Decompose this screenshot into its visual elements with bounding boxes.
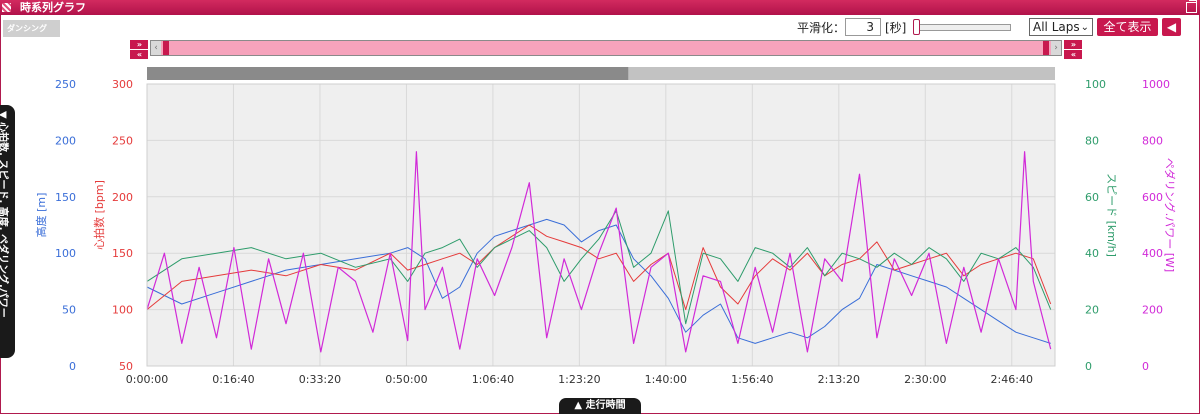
speed-tick-label: 60 [1085, 191, 1099, 204]
series-selector-tab[interactable]: ▼ 心拍数, スピード, 高度, ペダリング.パワー [0, 105, 15, 358]
altitude-tick-label: 250 [55, 78, 76, 91]
altitude-tick-label: 150 [55, 191, 76, 204]
heart_rate-tick-label: 150 [112, 247, 133, 260]
speed-tick-label: 80 [1085, 134, 1099, 147]
x-tick-label: 0:50:00 [385, 373, 427, 386]
altitude-tick-label: 0 [69, 360, 76, 373]
x-tick-label: 0:00:00 [126, 373, 168, 386]
heart_rate-tick-label: 50 [119, 360, 133, 373]
x-tick-label: 1:06:40 [472, 373, 514, 386]
power-tick-label: 0 [1142, 360, 1149, 373]
overview-fill[interactable] [147, 67, 629, 80]
x-tick-label: 2:13:20 [818, 373, 860, 386]
plot-area [147, 84, 1055, 366]
series-selector-label: ▼ 心拍数, スピード, 高度, ペダリング.パワー [0, 111, 8, 318]
heart_rate-tick-label: 250 [112, 134, 133, 147]
power-tick-label: 1000 [1142, 78, 1170, 91]
heart_rate-tick-label: 100 [112, 304, 133, 317]
x-tick-label: 2:30:00 [904, 373, 946, 386]
altitude-tick-label: 100 [55, 247, 76, 260]
x-tick-label: 2:46:40 [991, 373, 1033, 386]
power-tick-label: 800 [1142, 134, 1163, 147]
x-tick-label: 1:40:00 [645, 373, 687, 386]
x-tick-label: 1:56:40 [731, 373, 773, 386]
x-axis-selector-tab[interactable]: ▲ 走行時間 [559, 398, 641, 414]
x-tick-label: 1:23:20 [558, 373, 600, 386]
speed-tick-label: 100 [1085, 78, 1106, 91]
heart_rate-axis-label: 心拍数 [bpm] [92, 180, 106, 250]
power-tick-label: 600 [1142, 191, 1163, 204]
power-axis-label: ペダリング.パワー [W] [1163, 158, 1177, 272]
time-series-chart[interactable]: 0:00:00 0:16:40 0:33:20 0:50:00 1:06:40 1:23:… [0, 0, 1200, 414]
speed-tick-label: 40 [1085, 247, 1099, 260]
altitude-tick-label: 200 [55, 134, 76, 147]
x-tick-label: 0:16:40 [212, 373, 254, 386]
power-tick-label: 200 [1142, 304, 1163, 317]
altitude-axis-label: 高度 [m] [34, 193, 48, 238]
altitude-tick-label: 50 [62, 304, 76, 317]
heart_rate-tick-label: 200 [112, 191, 133, 204]
power-tick-label: 400 [1142, 247, 1163, 260]
speed-tick-label: 20 [1085, 304, 1099, 317]
speed-axis-label: スピード [km/h] [1105, 173, 1118, 257]
heart_rate-tick-label: 300 [112, 78, 133, 91]
x-tick-label: 0:33:20 [299, 373, 341, 386]
speed-tick-label: 0 [1085, 360, 1092, 373]
